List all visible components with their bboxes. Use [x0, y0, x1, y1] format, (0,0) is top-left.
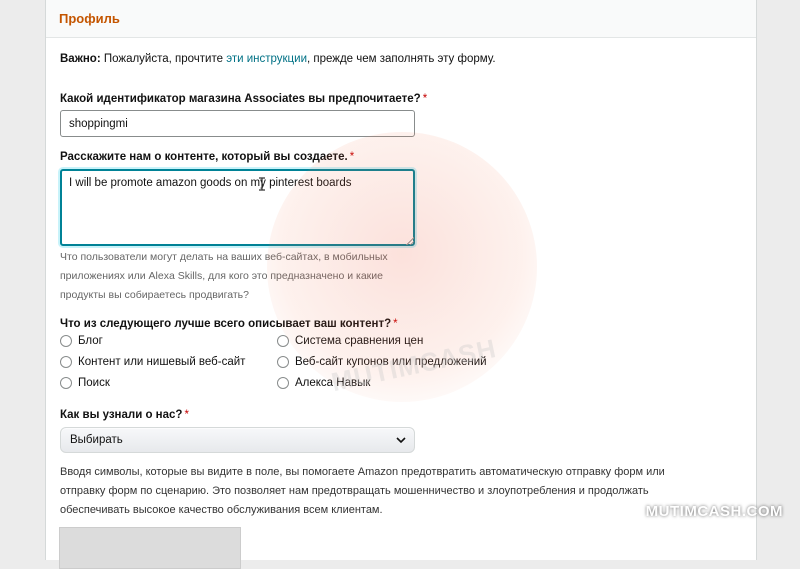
instructions-link[interactable]: эти инструкции: [226, 53, 307, 65]
referral-selected-value: Выбирать: [70, 434, 123, 446]
content-type-label-text: Что из следующего лучше всего описывает …: [60, 318, 392, 330]
radio-option-price-comparison[interactable]: Система сравнения цен: [277, 335, 423, 347]
radio-circle[interactable]: [277, 356, 289, 368]
radio-label: Веб-сайт купонов или предложений: [295, 356, 487, 368]
referral-label: Как вы узнали о нас? *: [60, 409, 189, 421]
radio-circle[interactable]: [60, 335, 72, 347]
radio-label: Система сравнения цен: [295, 335, 424, 347]
radio-label: Блог: [78, 335, 103, 347]
radio-label: Контент или нишевый веб-сайт: [78, 356, 246, 368]
radio-option-niche-site[interactable]: Контент или нишевый веб-сайт: [60, 356, 245, 368]
content-desc-helper: Что пользователи могут делать на ваших в…: [60, 251, 388, 301]
store-id-input[interactable]: [60, 110, 415, 137]
radio-circle[interactable]: [277, 335, 289, 347]
radio-circle[interactable]: [277, 377, 289, 389]
content-desc-textarea[interactable]: I will be promote amazon goods on my pin…: [60, 169, 415, 246]
required-mark: *: [184, 409, 189, 421]
captcha-explanation: Вводя символы, которые вы видите в поле,…: [60, 466, 665, 516]
panel-header: Профиль: [46, 0, 756, 38]
radio-circle[interactable]: [60, 377, 72, 389]
content-desc-label-text: Расскажите нам о контенте, который вы со…: [60, 151, 348, 163]
radio-option-blog[interactable]: Блог: [60, 335, 103, 347]
resize-handle[interactable]: [406, 237, 414, 245]
content-type-label: Что из следующего лучше всего описывает …: [60, 318, 398, 330]
radio-circle[interactable]: [60, 356, 72, 368]
important-notice: Важно: Пожалуйста, прочтите эти инструкц…: [60, 53, 496, 65]
radio-label: Алекса Навык: [295, 377, 371, 389]
content-desc-wrapper: I will be promote amazon goods on my pin…: [60, 169, 415, 246]
text-cursor-icon: [259, 177, 265, 191]
radio-option-search[interactable]: Поиск: [60, 377, 110, 389]
panel-title: Профиль: [59, 11, 120, 26]
watermark-brand: MUTIMCASH.COM: [645, 503, 783, 520]
profile-panel: Профиль Важно: Пожалуйста, прочтите эти …: [45, 0, 757, 569]
referral-select[interactable]: Выбирать: [60, 427, 415, 453]
referral-label-text: Как вы узнали о нас?: [60, 409, 183, 421]
store-id-label-text: Какой идентификатор магазина Associates …: [60, 93, 421, 105]
required-mark: *: [349, 151, 355, 163]
radio-label: Поиск: [78, 377, 110, 389]
captcha-image: [59, 527, 241, 569]
content-desc-label: Расскажите нам о контенте, который вы со…: [60, 151, 354, 163]
notice-before: Пожалуйста, прочтите: [100, 53, 227, 65]
chevron-down-icon: [396, 437, 406, 444]
notice-after: , прежде чем заполнять эту форму.: [307, 53, 496, 65]
radio-option-alexa-skill[interactable]: Алекса Навык: [277, 377, 370, 389]
radio-option-coupons[interactable]: Веб-сайт купонов или предложений: [277, 356, 487, 368]
required-mark: *: [393, 318, 398, 330]
store-id-label: Какой идентификатор магазина Associates …: [60, 93, 427, 105]
notice-bold: Важно:: [60, 53, 101, 65]
required-mark: *: [422, 93, 428, 105]
